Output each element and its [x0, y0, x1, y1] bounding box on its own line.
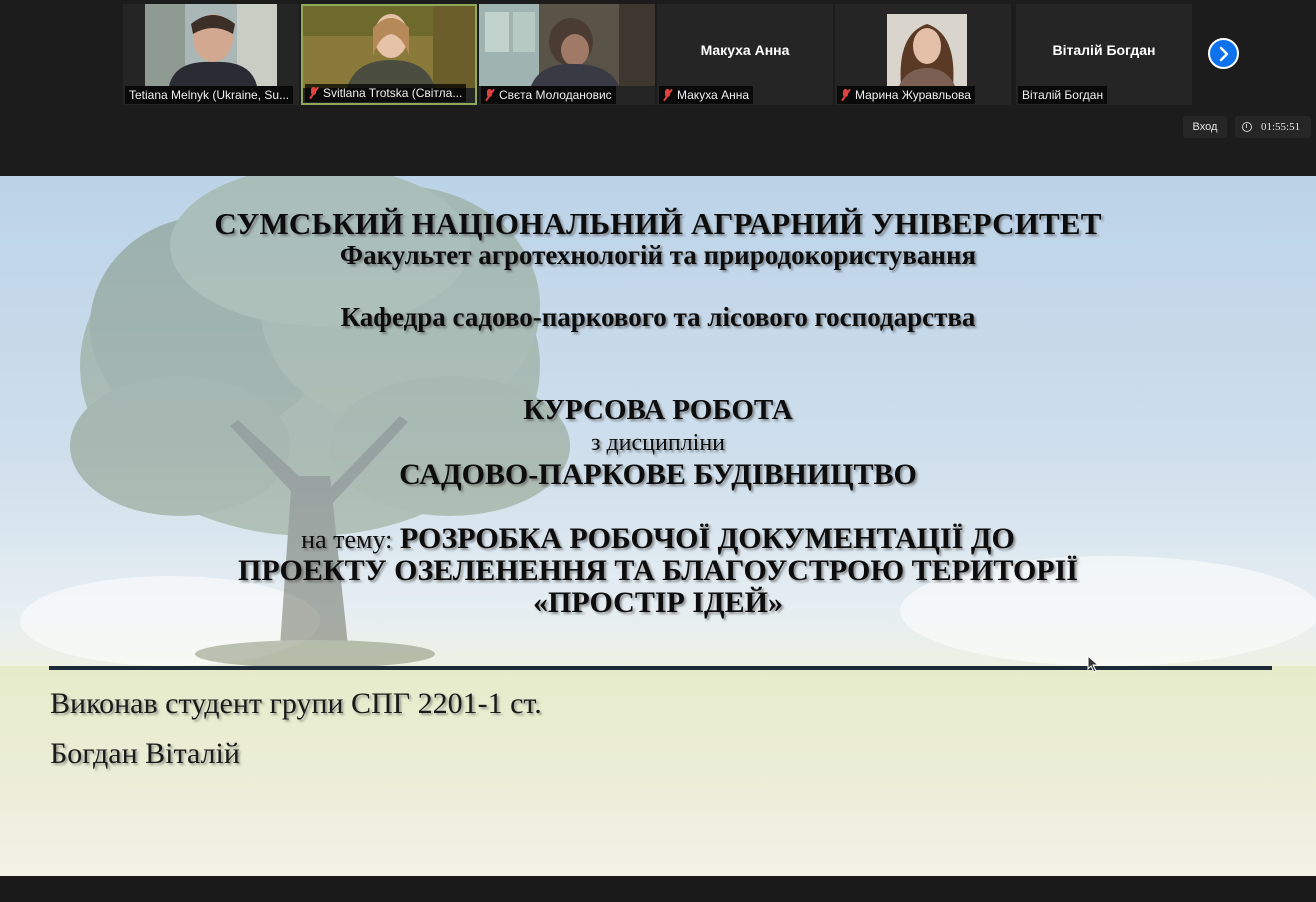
participant-video	[145, 4, 277, 86]
slide-topic-line1: на тему: РОЗРОБКА РОБОЧОЇ ДОКУМЕНТАЦІЇ Д…	[0, 522, 1316, 556]
next-page-button[interactable]	[1208, 38, 1239, 69]
mouse-pointer-icon	[1087, 655, 1100, 673]
mic-muted-icon	[485, 89, 494, 101]
slide-work-type: КУРСОВА РОБОТА	[523, 394, 793, 426]
participant-name-label: Віталій Богдан	[1018, 86, 1108, 104]
slide-author-group: Виконав студент групи СПГ 2201-1 ст.	[50, 687, 542, 720]
clock-icon	[1242, 122, 1252, 132]
shared-slide: СУМСЬКИЙ НАЦІОНАЛЬНИЙ АГРАРНИЙ УНІВЕРСИТ…	[0, 176, 1316, 876]
participant-display-name: Макуха Анна	[700, 42, 790, 58]
participant-video	[303, 6, 475, 88]
bottom-bar	[0, 876, 1316, 902]
slide-discipline: САДОВО-ПАРКОВЕ БУДІВНИЦТВО	[399, 458, 917, 491]
meeting-top-bar: Tetiana Melnyk (Ukraine, Su... Svitlana …	[0, 0, 1316, 176]
vhod-button[interactable]: Вход	[1183, 116, 1227, 138]
chevron-right-icon	[1219, 46, 1229, 62]
participant-tile[interactable]: Віталій Богдан Віталій Богдан	[1016, 4, 1192, 105]
participant-video	[887, 14, 967, 86]
mic-muted-icon	[841, 89, 850, 101]
timer-value: 01:55:51	[1261, 121, 1301, 133]
participant-tile-active[interactable]: Svitlana Trotska (Світла...	[301, 4, 477, 105]
participant-display-name: Віталій Богдан	[1052, 42, 1156, 58]
participant-tile[interactable]: Tetiana Melnyk (Ukraine, Su...	[123, 4, 299, 105]
participant-tile[interactable]: Свєта Молодановиc	[479, 4, 655, 105]
mic-muted-icon	[309, 87, 318, 99]
participant-name-label: Макуха Анна	[659, 86, 753, 104]
slide-discipline-prefix: з дисципліни	[590, 430, 726, 456]
participant-name-label: Марина Журавльова	[837, 86, 975, 104]
slide-topic-line3: «ПРОСТІР ІДЕЙ»	[532, 586, 784, 619]
slide-topic-line2: ПРОЕКТУ ОЗЕЛЕНЕННЯ ТА БЛАГОУСТРОЮ ТЕРИТО…	[238, 554, 1078, 587]
participant-name-label: Tetiana Melnyk (Ukraine, Su...	[125, 86, 293, 104]
mic-muted-icon	[663, 89, 672, 101]
slide-university: СУМСЬКИЙ НАЦІОНАЛЬНИЙ АГРАРНИЙ УНІВЕРСИТ…	[214, 206, 1102, 241]
participants-strip: Tetiana Melnyk (Ukraine, Su... Svitlana …	[123, 4, 1195, 105]
slide-department: Кафедра садово-паркового та лісового гос…	[340, 302, 976, 332]
slide-topic-prefix: на тему:	[301, 525, 393, 554]
slide-topic-text: РОЗРОБКА РОБОЧОЇ ДОКУМЕНТАЦІЇ ДО	[399, 522, 1015, 555]
meeting-timer: 01:55:51	[1235, 116, 1311, 138]
participant-video	[479, 4, 655, 86]
participant-name-label: Svitlana Trotska (Світла...	[305, 84, 467, 102]
participant-tile[interactable]: Марина Журавльова	[835, 4, 1011, 105]
participant-name-label: Свєта Молодановиc	[481, 86, 616, 104]
slide-faculty: Факультет агротехнологій та природокорис…	[339, 240, 977, 270]
participant-tile[interactable]: Макуха Анна Макуха Анна	[657, 4, 833, 105]
slide-author-name: Богдан Віталій	[50, 737, 240, 770]
